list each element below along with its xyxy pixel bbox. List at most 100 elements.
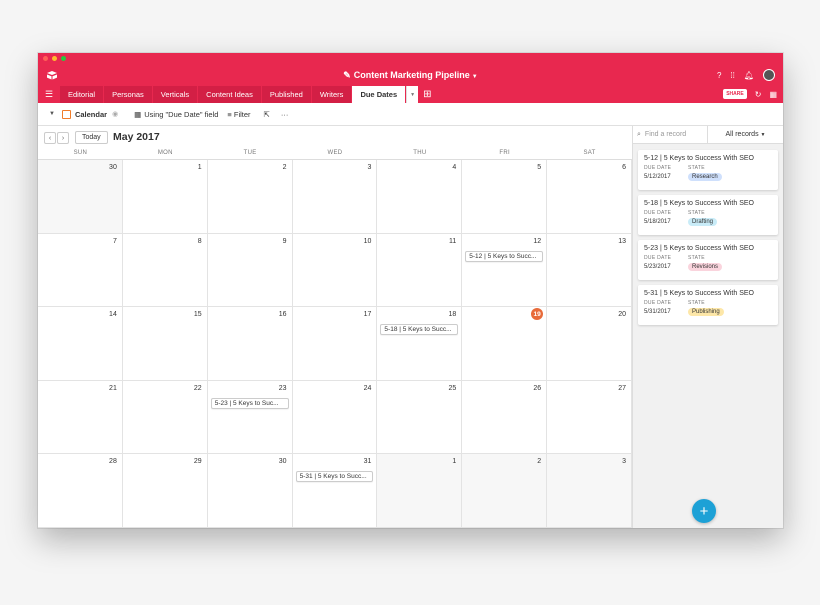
- filter-label: Filter: [233, 109, 251, 119]
- add-table-icon[interactable]: ⊞: [423, 86, 431, 103]
- day-cell[interactable]: 18 5-18 | 5 Keys to Succ...: [377, 307, 463, 381]
- maximize-window-button[interactable]: [61, 56, 66, 61]
- day-cell[interactable]: 30: [207, 454, 293, 528]
- date-number: 31: [363, 458, 372, 466]
- title-bar-actions: ? ⁞⁞ 🔔︎: [717, 69, 775, 81]
- day-cell[interactable]: 2: [207, 160, 293, 234]
- next-month-button[interactable]: ›: [57, 132, 69, 144]
- record-card[interactable]: 5-31 | 5 Keys to Success With SEO DUE DAT…: [638, 285, 778, 325]
- help-icon[interactable]: ?: [717, 71, 721, 80]
- day-cell[interactable]: 4: [377, 160, 463, 234]
- minimize-window-button[interactable]: [52, 56, 57, 61]
- date-number: 4: [452, 164, 457, 171]
- day-cell[interactable]: 28: [38, 454, 123, 528]
- day-cell[interactable]: 14: [38, 307, 123, 381]
- day-cell[interactable]: 3: [292, 160, 378, 234]
- day-cell[interactable]: 5: [462, 160, 548, 234]
- day-cell[interactable]: 10: [292, 233, 378, 308]
- view-share-icon[interactable]: ◉: [112, 110, 118, 118]
- record-filter-dropdown[interactable]: All records ▼: [708, 131, 783, 138]
- date-number: 14: [109, 311, 117, 319]
- user-avatar[interactable]: [763, 69, 775, 81]
- day-cell[interactable]: 11: [377, 233, 463, 308]
- day-cell[interactable]: 22: [122, 380, 208, 455]
- day-cell[interactable]: 2: [462, 454, 548, 528]
- day-cell[interactable]: 20: [547, 307, 632, 381]
- record-card[interactable]: 5-12 | 5 Keys to Success With SEO DUE DAT…: [638, 150, 778, 190]
- pencil-icon: ✎: [343, 70, 351, 80]
- today-button[interactable]: Today: [75, 131, 108, 144]
- date-number: 24: [363, 384, 372, 392]
- record-field-labels: DUE DATE STATE: [644, 210, 772, 216]
- day-cell[interactable]: 23 5-23 | 5 Keys to Suc...: [207, 380, 293, 455]
- tab-writers[interactable]: Writers: [311, 86, 352, 103]
- date-field-button[interactable]: ▦ Using "Due Date" field: [134, 110, 218, 119]
- close-window-button[interactable]: [43, 56, 48, 61]
- calendar-event[interactable]: 5-12 | 5 Keys to Succ...: [465, 250, 544, 262]
- calendar-grid: 30 1 2 3 4 5 6 7 8 9 10 11 12 5-12 | 5 Keys to Succ..…: [38, 160, 632, 528]
- day-cell[interactable]: 9: [207, 233, 293, 308]
- more-options-icon[interactable]: ···: [281, 110, 289, 119]
- base-title[interactable]: ✎ Content Marketing Pipeline ▼: [38, 70, 783, 81]
- day-cell[interactable]: 12 5-12 | 5 Keys to Succ...: [462, 233, 548, 308]
- tab-due-dates[interactable]: Due Dates: [352, 86, 406, 103]
- view-bar: ▼ Calendar ◉ ▦ Using "Due Date" field ≡ F…: [38, 103, 783, 126]
- record-title: 5-12 | 5 Keys to Success With SEO: [644, 155, 754, 162]
- day-cell[interactable]: 3: [547, 454, 632, 528]
- apps-grid-icon[interactable]: ⁞⁞: [730, 71, 734, 80]
- external-link-icon[interactable]: ⇱: [264, 110, 270, 119]
- due-date-value: 5/12/2017: [644, 174, 671, 180]
- day-cell[interactable]: 7: [38, 233, 123, 308]
- record-card[interactable]: 5-18 | 5 Keys to Success With SEO DUE DAT…: [638, 195, 778, 235]
- tab-verticals[interactable]: Verticals: [152, 86, 198, 103]
- chevron-down-icon: ▼: [471, 74, 478, 80]
- day-cell[interactable]: 26: [462, 380, 548, 455]
- date-number: 30: [278, 458, 287, 466]
- day-cell[interactable]: 1: [377, 454, 463, 528]
- day-cell[interactable]: 16: [207, 307, 293, 381]
- weekday-label: MON: [157, 150, 173, 156]
- day-cell[interactable]: 31 5-31 | 5 Keys to Succ...: [292, 454, 378, 528]
- tab-published[interactable]: Published: [261, 86, 311, 103]
- calendar-event[interactable]: 5-23 | 5 Keys to Suc...: [210, 397, 289, 409]
- state-badge: Drafting: [688, 218, 718, 226]
- day-cell[interactable]: 25: [377, 380, 463, 455]
- view-name[interactable]: Calendar: [75, 110, 107, 119]
- date-number: 22: [193, 384, 202, 392]
- day-cell[interactable]: 19: [462, 307, 548, 381]
- blocks-icon[interactable]: ▦: [769, 90, 777, 99]
- record-field-labels: DUE DATE STATE: [644, 255, 772, 261]
- day-cell[interactable]: 17: [292, 307, 378, 381]
- history-icon[interactable]: ↻: [755, 90, 762, 99]
- day-cell[interactable]: 15: [122, 307, 208, 381]
- share-button[interactable]: SHARE: [723, 89, 747, 99]
- day-cell[interactable]: 30: [38, 160, 123, 234]
- day-cell[interactable]: 24: [292, 380, 378, 455]
- tab-options-chevron-icon[interactable]: ▼: [406, 86, 419, 103]
- search-input[interactable]: ⌕ Find a record: [633, 125, 708, 144]
- day-cell[interactable]: 6: [547, 160, 632, 234]
- date-number: 7: [112, 237, 117, 245]
- date-field-label: Using "Due Date" field: [144, 109, 219, 119]
- day-cell[interactable]: 13: [547, 233, 632, 308]
- menu-icon[interactable]: ☰: [38, 86, 60, 103]
- calendar-event[interactable]: 5-31 | 5 Keys to Succ...: [295, 471, 374, 483]
- day-cell[interactable]: 8: [122, 233, 208, 308]
- views-chevron-icon[interactable]: ▼: [49, 111, 55, 117]
- state-badge: Publishing: [688, 308, 724, 316]
- tab-personas[interactable]: Personas: [104, 86, 152, 103]
- tab-editorial[interactable]: Editorial: [60, 86, 104, 103]
- notifications-bell-icon[interactable]: 🔔︎: [744, 71, 754, 80]
- day-cell[interactable]: 21: [38, 380, 123, 455]
- day-cell[interactable]: 27: [547, 380, 632, 455]
- record-card[interactable]: 5-23 | 5 Keys to Success With SEO DUE DAT…: [638, 240, 778, 280]
- day-cell[interactable]: 1: [122, 160, 208, 234]
- month-label: May 2017: [113, 131, 160, 143]
- day-cell[interactable]: 29: [122, 454, 208, 528]
- tab-content-ideas[interactable]: Content Ideas: [198, 86, 261, 103]
- calendar-event[interactable]: 5-18 | 5 Keys to Succ...: [380, 324, 459, 336]
- filter-button[interactable]: ≡ Filter: [227, 110, 250, 119]
- due-date-label: DUE DATE: [644, 210, 672, 216]
- prev-month-button[interactable]: ‹: [44, 132, 56, 144]
- add-record-button[interactable]: +: [692, 499, 716, 523]
